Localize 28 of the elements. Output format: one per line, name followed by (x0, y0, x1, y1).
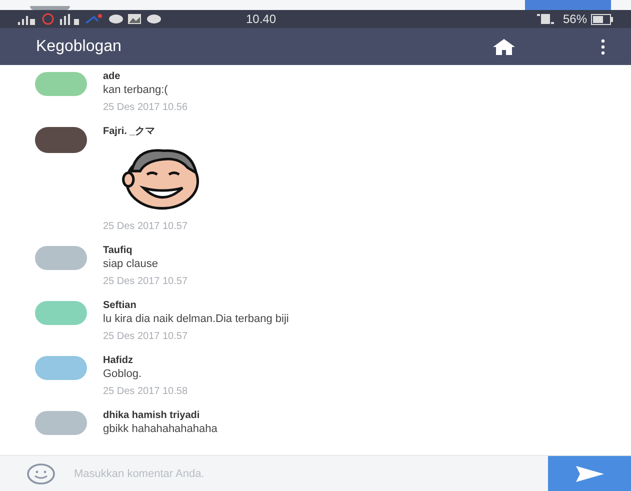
author-name: Hafidz (103, 355, 134, 367)
comment-text: kan terbang:( (103, 83, 169, 97)
author-name: dhika hamish triyadi (103, 410, 201, 422)
comment-date: 25 Des 2017 10.57 (103, 221, 189, 233)
clock: 10.40 (246, 11, 276, 28)
comment-text: Goblog. (103, 367, 143, 381)
send-button[interactable] (548, 456, 631, 491)
phone-signal-icon (536, 13, 555, 25)
emoji-icon[interactable] (26, 462, 56, 484)
more-menu-icon[interactable] (601, 38, 605, 54)
home-icon[interactable] (493, 38, 515, 54)
comment-text: lu kira dia naik delman.Dia terbang biji (103, 312, 289, 326)
comment-date: 25 Des 2017 10.57 (103, 276, 188, 288)
battery-icon (591, 14, 613, 24)
author-name: ade (103, 71, 122, 83)
send-icon (576, 466, 604, 482)
author-name: Fajri. _クマ (103, 126, 156, 138)
avatar-edge (30, 6, 70, 10)
comment-date: 25 Des 2017 10.56 (103, 102, 188, 114)
author-name: Taufiq (103, 245, 134, 257)
comment-text: gbikk hahahahahahaha (103, 422, 218, 436)
comment-text: siap clause (103, 257, 160, 271)
comment-date: 25 Des 2017 10.58 (103, 386, 188, 398)
comment-date: 25 Des 2017 10.57 (103, 331, 189, 343)
battery-percent: 56% (562, 11, 587, 28)
author-name: Seftian (103, 300, 138, 312)
app-title: Kegoblogan (36, 36, 122, 56)
comment-field[interactable]: Masukkan komentar Anda. (0, 455, 631, 491)
